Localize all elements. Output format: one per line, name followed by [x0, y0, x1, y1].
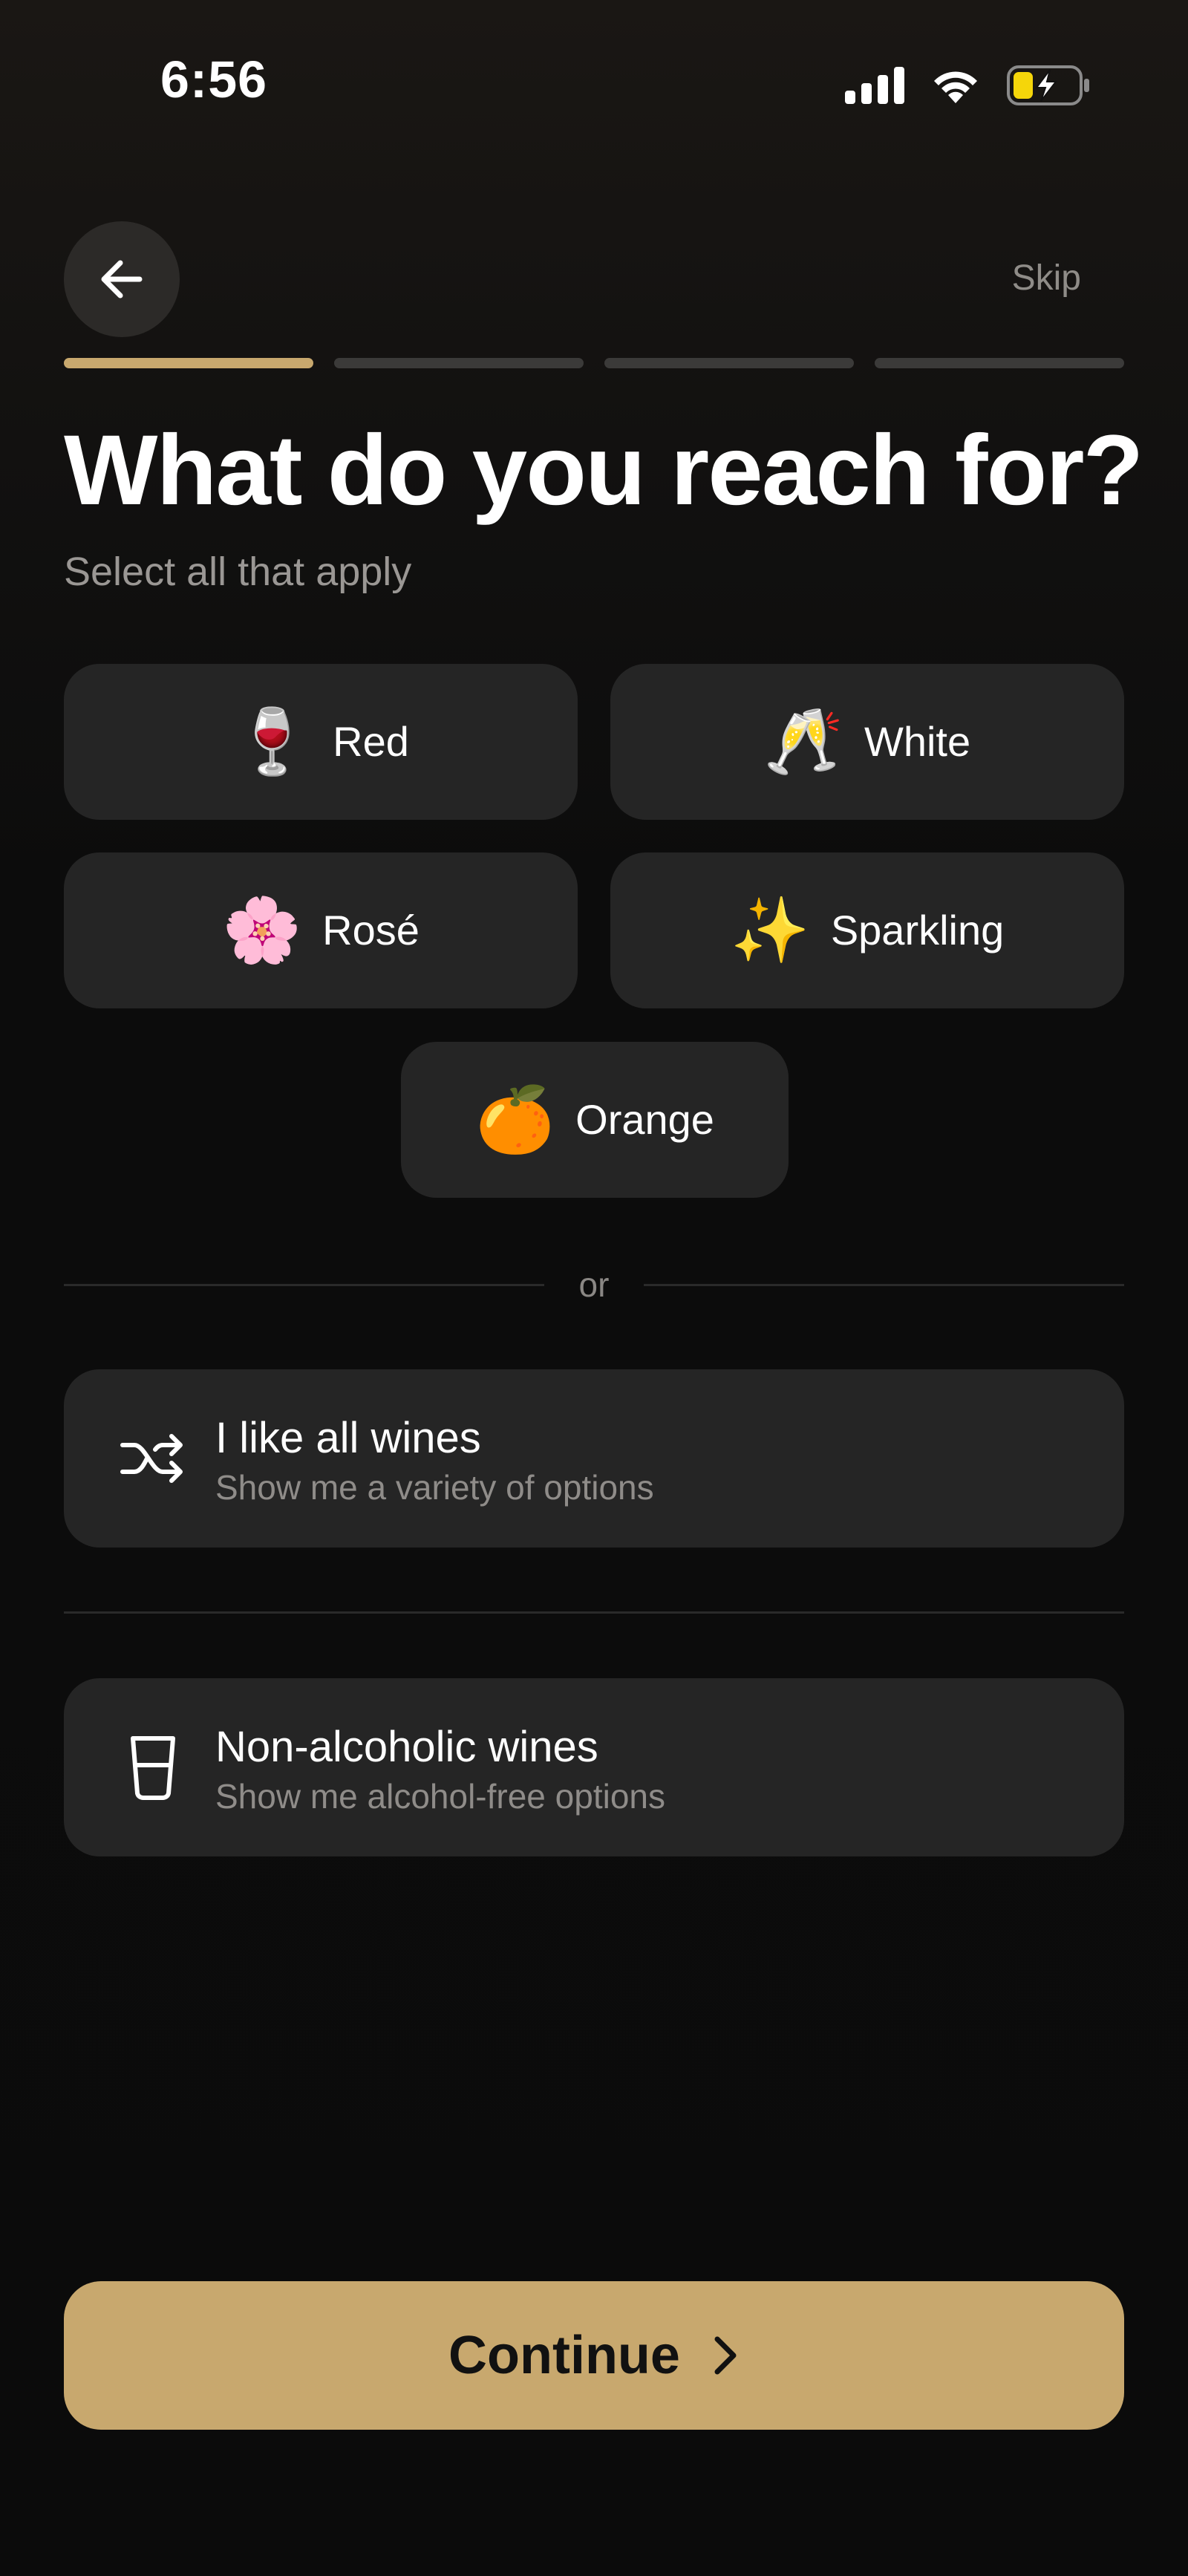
option-sparkling[interactable]: ✨ Sparkling [610, 852, 1124, 1008]
option-rose[interactable]: 🌸 Rosé [64, 852, 578, 1008]
page-title: What do you reach for? [64, 415, 1143, 526]
option-label: Red [333, 718, 409, 765]
shuffle-icon [117, 1423, 189, 1494]
continue-label: Continue [448, 2326, 680, 2385]
option-label: White [864, 718, 971, 765]
sparkles-icon: ✨ [730, 893, 810, 968]
or-label: or [578, 1265, 610, 1304]
continue-button[interactable]: Continue [64, 2281, 1124, 2430]
page-subtitle: Select all that apply [64, 550, 412, 594]
arrow-left-icon [101, 260, 143, 299]
all-wines-subtitle: Show me a variety of options [215, 1468, 654, 1507]
onboarding-screen: 6:56 Skip What do you reach for? Select … [0, 0, 1188, 2576]
skip-button[interactable]: Skip [1012, 257, 1081, 300]
progress-indicator [64, 358, 1124, 368]
divider-line [644, 1283, 1124, 1286]
all-wines-option[interactable]: I like all wines Show me a variety of op… [64, 1369, 1124, 1548]
option-red[interactable]: 🍷 Red [64, 664, 578, 820]
cherry-blossom-icon: 🌸 [222, 893, 302, 968]
option-label: Rosé [322, 907, 420, 953]
non-alcoholic-subtitle: Show me alcohol-free options [215, 1777, 665, 1816]
section-divider [64, 1611, 1124, 1614]
progress-step-4 [875, 358, 1124, 368]
chevron-right-icon [714, 2336, 737, 2375]
champagne-glasses-icon: 🥂 [763, 705, 843, 779]
all-wines-title: I like all wines [215, 1414, 481, 1462]
wifi-icon [934, 71, 977, 103]
wine-glass-icon: 🍷 [232, 705, 313, 779]
option-white[interactable]: 🥂 White [610, 664, 1124, 820]
progress-step-2 [334, 358, 584, 368]
water-glass-icon [117, 1732, 189, 1803]
option-label: Sparkling [830, 907, 1005, 953]
back-button[interactable] [64, 221, 180, 337]
progress-step-1 [64, 358, 313, 368]
status-icons [845, 64, 1090, 107]
non-alcoholic-title: Non-alcoholic wines [215, 1723, 598, 1771]
status-time: 6:56 [160, 50, 268, 108]
divider-line [64, 1283, 544, 1286]
option-label: Orange [575, 1096, 714, 1143]
option-orange[interactable]: 🍊 Orange [401, 1042, 789, 1198]
tangerine-icon: 🍊 [475, 1083, 555, 1157]
battery-charging-icon [1007, 65, 1089, 105]
or-divider: or [64, 1262, 1124, 1307]
cellular-signal-icon [845, 67, 904, 104]
non-alcoholic-option[interactable]: Non-alcoholic wines Show me alcohol-free… [64, 1678, 1124, 1856]
progress-step-3 [604, 358, 854, 368]
